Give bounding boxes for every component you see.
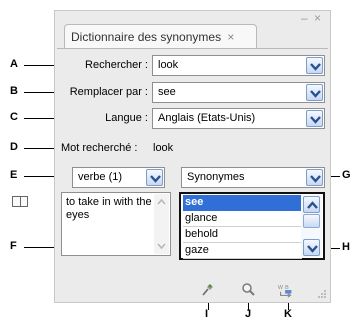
- looked-up-label: Mot recherché :: [61, 142, 138, 154]
- svg-text:W: W: [278, 285, 284, 291]
- scroll-up-icon[interactable]: [156, 197, 167, 208]
- scroll-down-icon[interactable]: [156, 240, 167, 251]
- part-of-speech-dropdown-button[interactable]: [146, 169, 163, 186]
- replace-value: see: [158, 86, 176, 98]
- tab-label: Dictionnaire des synonymes: [71, 30, 222, 44]
- callout-f: F: [10, 240, 17, 252]
- scroll-down-button[interactable]: [303, 239, 320, 256]
- chevron-up-icon: [307, 201, 318, 209]
- chevron-down-icon: [310, 90, 321, 98]
- magnifier-search-icon[interactable]: [239, 281, 257, 299]
- language-select[interactable]: Anglais (Etats-Unis): [152, 108, 325, 129]
- callout-h: H: [342, 241, 350, 253]
- callout-k: K: [284, 308, 292, 320]
- part-of-speech-select[interactable]: verbe (1): [72, 167, 165, 188]
- language-dropdown-button[interactable]: [306, 110, 323, 127]
- synonym-item-gaze[interactable]: gaze: [183, 243, 302, 259]
- tab-close-icon[interactable]: ×: [227, 30, 234, 44]
- search-label: Rechercher :: [85, 59, 148, 71]
- tab-thesaurus[interactable]: Dictionnaire des synonymes ×: [64, 24, 257, 48]
- definition-text: to take in with the eyes: [66, 196, 152, 221]
- synonym-item-glance[interactable]: glance: [183, 211, 302, 227]
- replace-dropdown-button[interactable]: [306, 84, 323, 101]
- lookup-pin-icon[interactable]: [199, 281, 217, 299]
- callout-d: D: [10, 141, 18, 153]
- language-label: Langue :: [105, 112, 148, 124]
- chevron-down-icon: [310, 116, 321, 124]
- chevron-down-icon: [307, 245, 318, 253]
- leader-line-b: [24, 92, 54, 93]
- chevron-down-icon: [150, 175, 161, 183]
- callout-g: G: [342, 169, 351, 181]
- scroll-up-button[interactable]: [303, 196, 320, 213]
- minimize-icon[interactable]: –: [301, 12, 308, 24]
- tab-divider: [57, 48, 328, 49]
- callout-i: I: [205, 308, 209, 320]
- replace-label: Remplacer par :: [69, 86, 148, 98]
- replace-field[interactable]: see: [152, 82, 325, 103]
- resize-grip-icon[interactable]: [317, 289, 327, 299]
- chevron-down-icon: [310, 63, 321, 71]
- relation-select[interactable]: Synonymes: [181, 167, 325, 188]
- replace-word-icon[interactable]: W B: [277, 281, 295, 299]
- synonym-item-behold[interactable]: behold: [183, 227, 302, 243]
- callout-a: A: [10, 58, 18, 70]
- dictionary-book-icon: [12, 196, 28, 207]
- part-of-speech-value: verbe (1): [78, 171, 123, 183]
- synonyms-list[interactable]: see glance behold gaze: [179, 192, 325, 260]
- callout-e: E: [10, 169, 18, 181]
- definition-box[interactable]: to take in with the eyes: [61, 192, 171, 256]
- leader-line-d: [24, 148, 56, 149]
- thesaurus-panel: – × Dictionnaire des synonymes × Recherc…: [12, 10, 331, 303]
- search-value: look: [158, 59, 179, 71]
- definition-scrollbar[interactable]: [154, 194, 169, 254]
- callout-c: C: [10, 111, 18, 123]
- looked-up-word: look: [153, 142, 174, 154]
- synonyms-scrollbar[interactable]: [301, 195, 322, 257]
- synonym-item-see[interactable]: see: [183, 195, 302, 211]
- relation-dropdown-button[interactable]: [306, 169, 323, 186]
- callout-j: J: [245, 308, 252, 320]
- close-panel-icon[interactable]: ×: [314, 12, 321, 24]
- chevron-down-icon: [310, 175, 321, 183]
- relation-value: Synonymes: [187, 171, 245, 183]
- callout-b: B: [10, 85, 18, 97]
- search-field[interactable]: look: [152, 55, 325, 76]
- search-dropdown-button[interactable]: [306, 57, 323, 74]
- language-value: Anglais (Etats-Unis): [158, 112, 256, 124]
- scroll-thumb[interactable]: [303, 214, 320, 228]
